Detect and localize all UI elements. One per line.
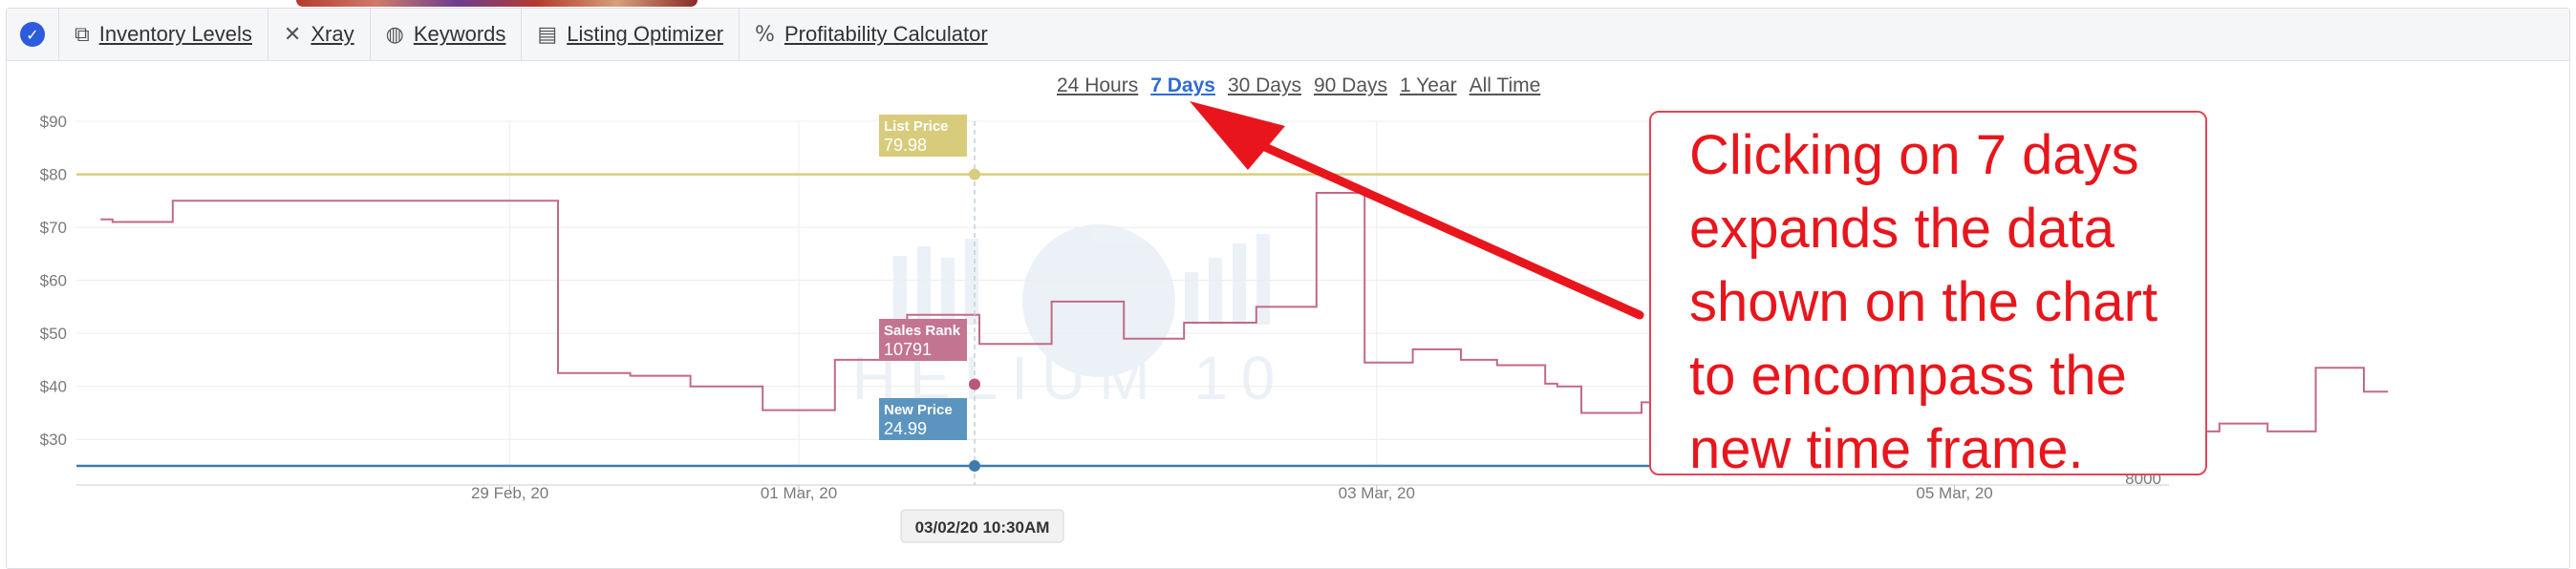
annotation-line: expands the data bbox=[1689, 198, 2115, 260]
new-price-flag-value: 24.99 bbox=[884, 419, 927, 438]
list-price-flag: List Price79.98 bbox=[879, 115, 967, 157]
x-tick-label: 05 Mar, 20 bbox=[1916, 484, 1992, 502]
sales-rank-flag-label: Sales Rank bbox=[884, 323, 961, 339]
y-tick-label: $40 bbox=[40, 378, 67, 396]
watermark-bar bbox=[1256, 234, 1270, 325]
sales-rank-point bbox=[969, 378, 980, 390]
annotation-arrow-shaft bbox=[1252, 138, 1644, 320]
y-tick-label: $50 bbox=[40, 325, 67, 343]
helium10-watermark: HELIUM 10 bbox=[852, 224, 1275, 412]
x-tick-label: 29 Feb, 20 bbox=[471, 484, 548, 502]
new-price-flag-label: New Price bbox=[884, 402, 953, 418]
x-tick-label: 03 Mar, 20 bbox=[1339, 484, 1415, 502]
watermark-bar bbox=[1233, 243, 1246, 325]
y-tick-label: $70 bbox=[40, 219, 67, 237]
x-tick-label: 01 Mar, 20 bbox=[761, 484, 837, 502]
watermark-bar bbox=[917, 246, 931, 325]
y-tick-label: $60 bbox=[40, 272, 67, 290]
sales-rank-flag: Sales Rank10791 bbox=[879, 319, 967, 361]
date-tooltip: 03/02/20 10:30AM bbox=[900, 509, 1064, 543]
annotation-line: to encompass the bbox=[1689, 345, 2127, 407]
y-tick-label: $30 bbox=[40, 431, 67, 449]
annotation-callout: Clicking on 7 days expands the data show… bbox=[1649, 111, 2207, 480]
date-tooltip-text: 03/02/20 10:30AM bbox=[915, 518, 1050, 537]
y-tick-label: $80 bbox=[40, 166, 67, 184]
new-price-flag: New Price24.99 bbox=[879, 398, 967, 440]
watermark-bar bbox=[1209, 258, 1222, 325]
watermark-bar bbox=[965, 239, 978, 325]
list-price-point bbox=[969, 168, 980, 180]
y-tick-label: $90 bbox=[40, 113, 67, 131]
list-price-flag-value: 79.98 bbox=[884, 136, 927, 155]
annotation-line: shown on the chart bbox=[1689, 271, 2158, 333]
annotation-line: new time frame. bbox=[1689, 418, 2084, 480]
annotation-line: Clicking on 7 days bbox=[1689, 124, 2139, 186]
watermark-bar bbox=[893, 256, 907, 325]
new-price-point bbox=[969, 460, 980, 473]
annotation-arrow-head bbox=[1190, 101, 1285, 170]
sales-rank-flag-value: 10791 bbox=[884, 340, 932, 359]
list-price-flag-label: List Price bbox=[884, 118, 949, 135]
